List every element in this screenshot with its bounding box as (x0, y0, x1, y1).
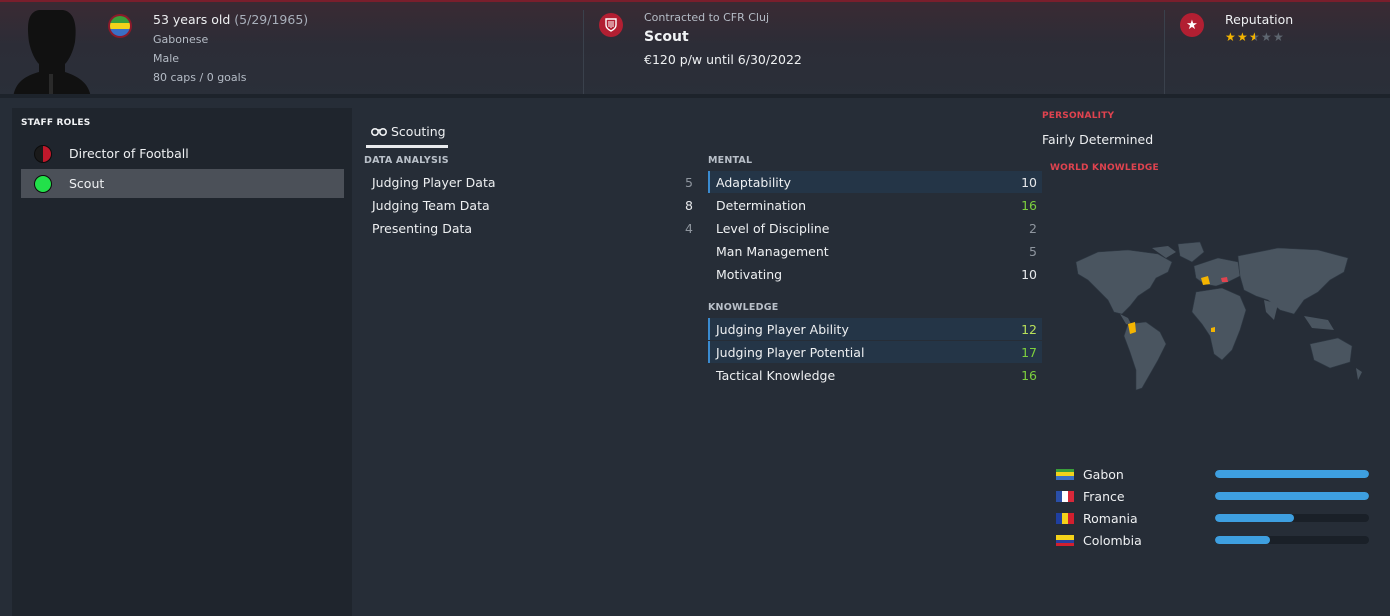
star-empty-icon: ★ (1261, 30, 1272, 44)
green-dot-icon (34, 174, 52, 193)
staff-roles-title: STAFF ROLES (21, 118, 91, 128)
attribute-value: 16 (1021, 367, 1037, 383)
staff-roles-panel: STAFF ROLES Director of Football Scout (12, 108, 352, 616)
attribute-value: 10 (1021, 266, 1037, 282)
france-flag-icon (1056, 490, 1074, 502)
reputation-stars: ★★★★★ (1225, 30, 1285, 44)
attribute-row[interactable]: Determination 16 (708, 194, 1042, 216)
attribute-row[interactable]: Level of Discipline 2 (708, 217, 1042, 239)
knowledge-title: KNOWLEDGE (708, 302, 779, 313)
tab-scouting[interactable]: Scouting (366, 118, 448, 148)
knowledge-bar (1215, 536, 1369, 544)
attribute-name: Judging Player Potential (716, 344, 865, 360)
age-text: 53 years old (153, 12, 231, 27)
attribute-row[interactable]: Judging Player Ability 12 (708, 318, 1042, 340)
attribute-value: 17 (1021, 344, 1037, 360)
data-analysis-title: DATA ANALYSIS (364, 155, 449, 166)
role-item-scout[interactable]: Scout (21, 169, 344, 198)
half-red-dot-icon (34, 144, 52, 163)
reputation-label: Reputation (1225, 12, 1294, 27)
attribute-row[interactable]: Judging Player Potential 17 (708, 341, 1042, 363)
colombia-flag-icon (1056, 534, 1074, 546)
attribute-row[interactable]: Tactical Knowledge 16 (708, 364, 1042, 386)
attribute-row[interactable]: Judging Team Data 8 (364, 194, 698, 216)
attribute-value: 10 (1021, 174, 1037, 190)
club-crest-icon[interactable] (599, 13, 623, 37)
country-name: Romania (1083, 510, 1138, 526)
attribute-value: 5 (685, 174, 693, 190)
knowledge-row-colombia[interactable]: Colombia (1056, 531, 1370, 549)
attribute-name: Motivating (716, 266, 783, 282)
attribute-row[interactable]: Judging Player Data 5 (364, 171, 698, 193)
personality-value: Fairly Determined (1042, 132, 1154, 147)
knowledge-bar (1215, 470, 1369, 478)
tab-label: Scouting (391, 124, 446, 139)
role-label: Director of Football (69, 146, 189, 161)
world-knowledge-title: WORLD KNOWLEDGE (1050, 163, 1159, 173)
attribute-name: Judging Player Data (372, 174, 496, 190)
attribute-name: Presenting Data (372, 220, 473, 236)
personality-title: PERSONALITY (1042, 111, 1115, 121)
star-empty-icon: ★ (1273, 30, 1284, 44)
role-item-director-of-football[interactable]: Director of Football (21, 139, 344, 168)
attribute-value: 2 (1029, 220, 1037, 236)
attribute-value: 4 (685, 220, 693, 236)
birth-date: (5/29/1965) (234, 12, 309, 27)
attribute-value: 12 (1021, 321, 1037, 337)
romania-flag-icon (1056, 512, 1074, 524)
attribute-row[interactable]: Presenting Data 4 (364, 217, 698, 239)
mental-title: MENTAL (708, 155, 753, 166)
header-divider (583, 10, 584, 98)
knowledge-bar-fill (1215, 470, 1369, 478)
world-map[interactable] (1068, 240, 1368, 400)
star-full-icon: ★ (1237, 30, 1248, 44)
gabon-flag-icon (1056, 468, 1074, 480)
attribute-name: Determination (716, 197, 807, 213)
attribute-row[interactable]: Adaptability 10 (708, 171, 1042, 193)
attribute-name: Tactical Knowledge (716, 367, 836, 383)
profile-header: 53 years old (5/29/1965) Gabonese Male 8… (0, 0, 1390, 98)
attribute-name: Judging Team Data (372, 197, 490, 213)
caps-text: 80 caps / 0 goals (153, 71, 247, 84)
attribute-value: 8 (685, 197, 693, 213)
star-full-icon: ★ (1225, 30, 1236, 44)
country-name: Colombia (1083, 532, 1142, 548)
knowledge-row-gabon[interactable]: Gabon (1056, 465, 1370, 483)
attribute-name: Level of Discipline (716, 220, 830, 236)
header-divider (1164, 10, 1165, 98)
attribute-name: Judging Player Ability (716, 321, 849, 337)
attribute-value: 5 (1029, 243, 1037, 259)
attribute-name: Adaptability (716, 174, 792, 190)
knowledge-bar (1215, 514, 1369, 522)
attribute-row[interactable]: Motivating 10 (708, 263, 1042, 285)
role-label: Scout (69, 176, 105, 191)
wage-text: €120 p/w until 6/30/2022 (644, 52, 802, 67)
attribute-row[interactable]: Man Management 5 (708, 240, 1042, 262)
gender-text: Male (153, 52, 180, 65)
binoculars-icon (370, 125, 388, 139)
country-name: France (1083, 488, 1125, 504)
nationality-text: Gabonese (153, 33, 209, 46)
knowledge-row-france[interactable]: France (1056, 487, 1370, 505)
attribute-value: 16 (1021, 197, 1037, 213)
knowledge-bar-fill (1215, 492, 1369, 500)
reputation-star-icon: ★ (1180, 13, 1204, 37)
attribute-name: Man Management (716, 243, 829, 259)
knowledge-bar (1215, 492, 1369, 500)
age-info: 53 years old (5/29/1965) (153, 12, 308, 27)
role-title: Scout (644, 29, 689, 45)
knowledge-row-romania[interactable]: Romania (1056, 509, 1370, 527)
country-name: Gabon (1083, 466, 1124, 482)
knowledge-bar-fill (1215, 536, 1271, 544)
contract-label[interactable]: Contracted to CFR Cluj (644, 11, 769, 24)
knowledge-bar-fill (1215, 514, 1294, 522)
nationality-flag-icon (108, 14, 132, 38)
star-half-icon: ★ (1249, 30, 1260, 44)
person-silhouette-icon (13, 10, 91, 98)
